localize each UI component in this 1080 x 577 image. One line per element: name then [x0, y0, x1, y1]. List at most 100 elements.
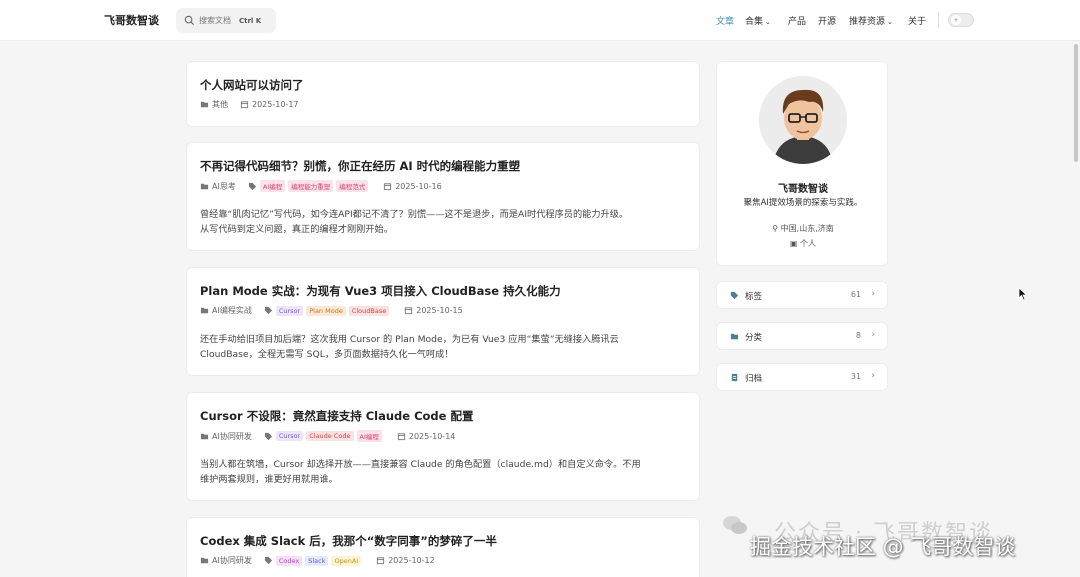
profile-card: 飞哥数智谈 聚焦AI提效场景的探索与实践。 ⚲ 中国,山东,济南 ▣ 个人: [716, 61, 888, 266]
post-excerpt: 还在手动给旧项目加后端？这次我用 Cursor 的 Plan Mode，为已有 …: [200, 334, 619, 360]
watermark-line2: 掘金技术社区 @ 飞哥数智谈: [750, 535, 1016, 559]
post-tag[interactable]: 编程范式: [336, 180, 369, 192]
sidebar-item-tags[interactable]: 标签 61 ›: [716, 281, 888, 309]
post-tag[interactable]: Plan Mode: [306, 305, 346, 316]
calendar-icon: [405, 307, 413, 315]
post-title[interactable]: 不再记得代码细节？别慌，你正在经历 AI 时代的编程能力重塑: [200, 158, 520, 174]
post-meta: AI协同研发 Cursor Claude Code AI编程 2025-10-1…: [200, 430, 455, 442]
archive-icon: [731, 373, 738, 382]
sidebar-item-count: 31: [850, 372, 861, 381]
sidebar-item-categories[interactable]: 分类 8 ›: [716, 322, 888, 350]
calendar-icon: [384, 182, 392, 190]
post-title[interactable]: 个人网站可以访问了: [200, 77, 304, 93]
tag-icon: [264, 306, 272, 315]
top-navbar: 飞哥数智谈 搜索文档 Ctrl K 文章 合集 ⌄ 产品 开源 推荐资源 ⌄ 关于 …: [0, 0, 1080, 41]
post-date: 2025-10-15: [416, 306, 463, 315]
sidebar-item-archive[interactable]: 归档 31 ›: [716, 363, 888, 391]
calendar-icon: [240, 101, 249, 109]
nav-articles[interactable]: 文章: [716, 14, 734, 27]
profile-bio: 聚焦AI提效场景的探索与实践。: [743, 198, 863, 208]
profile-name: 飞哥数智谈: [778, 184, 828, 195]
sidebar-item-count: 8: [855, 331, 861, 340]
folder-icon: [200, 183, 209, 189]
page-scrollbar[interactable]: [1074, 44, 1078, 162]
post-tag[interactable]: Cursor: [275, 431, 304, 441]
post-excerpt: 曾经靠“肌肉记忆”写代码，如今连API都记不清了？别慌——这不是退步，而是AI时…: [200, 209, 629, 235]
nav-collections[interactable]: 合集 ⌄: [745, 14, 771, 27]
sidebar-item-label: 分类: [745, 333, 763, 343]
post-date: 2025-10-17: [252, 100, 299, 109]
tag-icon: [264, 556, 272, 565]
post-date: 2025-10-12: [388, 556, 435, 565]
post-title[interactable]: Cursor 不设限：竟然直接支持 Claude Code 配置: [200, 408, 473, 424]
tag-icon: [730, 291, 739, 300]
chevron-right-icon: ›: [871, 330, 875, 340]
sidebar-item-label: 归档: [745, 374, 763, 384]
folder-icon: [200, 307, 209, 314]
post-meta: 其他 2025-10-17: [200, 99, 299, 110]
sidebar-item-count: 61: [850, 290, 861, 299]
avatar: [759, 76, 847, 164]
post-category[interactable]: AI编程实战: [212, 305, 252, 316]
post-meta: AI编程实战 Cursor Plan Mode CloudBase 2025-1…: [200, 305, 463, 316]
folder-icon: [200, 101, 209, 108]
sun-icon: ☀: [951, 15, 961, 25]
post-excerpt: 当别人都在筑墙，Cursor 却选择开放——直接兼容 Claude 的角色配置（…: [200, 459, 641, 485]
post-tag[interactable]: CloudBase: [348, 305, 390, 316]
post-tag[interactable]: AI编程: [356, 430, 382, 442]
post-category[interactable]: AI协同研发: [212, 431, 252, 442]
search-box[interactable]: 搜索文档 Ctrl K: [176, 8, 276, 33]
chevron-down-icon: ⌄: [765, 18, 771, 26]
site-brand[interactable]: 飞哥数智谈: [104, 12, 159, 28]
post-card[interactable]: Codex 集成 Slack 后，我那个“数字同事”的梦碎了一半 AI协同研发 …: [186, 517, 700, 577]
folder-icon: [200, 433, 209, 439]
search-shortcut: Ctrl K: [239, 16, 262, 25]
post-card[interactable]: Cursor 不设限：竟然直接支持 Claude Code 配置 AI协同研发 …: [186, 392, 700, 501]
post-tag[interactable]: OpenAI: [331, 555, 362, 566]
profile-location: ⚲ 中国,山东,济南: [772, 224, 834, 233]
post-tag[interactable]: 编程能力重塑: [288, 180, 334, 192]
nav-products[interactable]: 产品: [788, 14, 806, 27]
location-pin-icon: ⚲: [772, 224, 779, 233]
post-category[interactable]: 其他: [212, 99, 228, 110]
post-meta: AI协同研发 Codex Slack OpenAI 2025-10-12: [200, 555, 435, 566]
post-card[interactable]: Plan Mode 实战：为现有 Vue3 项目接入 CloudBase 持久化…: [186, 267, 700, 376]
post-date: 2025-10-14: [408, 431, 456, 441]
search-placeholder: 搜索文档: [199, 16, 231, 25]
theme-toggle[interactable]: ☀: [948, 13, 974, 27]
post-title[interactable]: Plan Mode 实战：为现有 Vue3 项目接入 CloudBase 持久化…: [200, 283, 561, 299]
calendar-icon: [377, 557, 385, 565]
tag-icon: [264, 432, 272, 440]
nav-about[interactable]: 关于: [908, 14, 926, 27]
profile-type: ▣ 个人: [789, 239, 817, 248]
post-category[interactable]: AI思考: [212, 181, 236, 192]
post-card[interactable]: 个人网站可以访问了 其他 2025-10-17: [186, 61, 700, 127]
post-meta: AI思考 AI编程 编程能力重塑 编程范式 2025-10-16: [200, 180, 442, 192]
chevron-right-icon: ›: [871, 289, 875, 299]
document-icon: ▣: [789, 239, 798, 248]
post-tag[interactable]: Cursor: [275, 305, 304, 316]
post-tag[interactable]: AI编程: [259, 180, 286, 192]
chevron-right-icon: ›: [871, 371, 875, 381]
post-tag[interactable]: Codex: [275, 555, 303, 566]
sidebar-item-label: 标签: [745, 292, 763, 302]
watermark: 公众号 · 飞哥数智谈 掘金技术社区 @ 飞哥数智谈: [722, 512, 1072, 572]
post-title[interactable]: Codex 集成 Slack 后，我那个“数字同事”的梦碎了一半: [200, 533, 497, 549]
wechat-icon: [723, 516, 747, 534]
calendar-icon: [397, 432, 405, 440]
search-icon: [184, 15, 195, 26]
post-tag[interactable]: Claude Code: [306, 431, 354, 441]
post-card[interactable]: 不再记得代码细节？别慌，你正在经历 AI 时代的编程能力重塑 AI思考 AI编程…: [186, 142, 700, 251]
mouse-cursor-icon: [1018, 287, 1028, 301]
nav-open-source[interactable]: 开源: [818, 14, 836, 27]
folder-icon: [200, 557, 209, 564]
folder-icon: [730, 333, 739, 340]
avatar-illustration: [759, 76, 847, 164]
chevron-down-icon: ⌄: [887, 18, 893, 26]
nav-resources[interactable]: 推荐资源 ⌄: [849, 14, 893, 27]
post-tag[interactable]: Slack: [305, 555, 329, 566]
tag-icon: [248, 182, 256, 190]
nav-divider: [938, 12, 939, 28]
post-category[interactable]: AI协同研发: [212, 555, 252, 566]
post-date: 2025-10-16: [395, 181, 442, 191]
